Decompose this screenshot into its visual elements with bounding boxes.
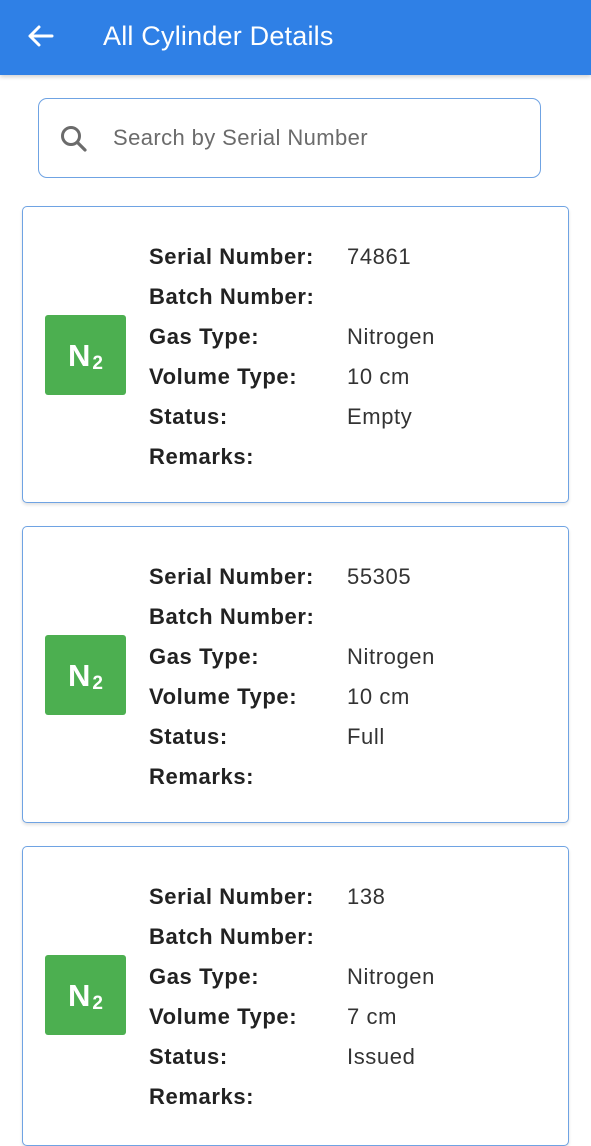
- status-value: Empty: [347, 404, 413, 429]
- serial-label: Serial Number:: [149, 564, 314, 589]
- cylinder-card[interactable]: N2 Serial Number: 55305 Batch Number: Gas…: [22, 526, 569, 823]
- batch-row: Batch Number:: [149, 597, 347, 637]
- back-button[interactable]: [22, 20, 58, 52]
- status-row: Status: Issued: [149, 1037, 415, 1077]
- status-label: Status:: [149, 724, 228, 749]
- gas-type-row: Gas Type: Nitrogen: [149, 957, 435, 997]
- nitrogen-gas-icon: N2: [45, 955, 126, 1035]
- remarks-label: Remarks:: [149, 1084, 255, 1109]
- volume-type-label: Volume Type:: [149, 364, 298, 389]
- remarks-row: Remarks:: [149, 437, 347, 477]
- gas-type-value: Nitrogen: [347, 644, 435, 669]
- nitrogen-gas-icon: N2: [45, 315, 126, 395]
- gas-subscript: 2: [92, 353, 103, 374]
- serial-value: 74861: [347, 244, 412, 269]
- status-value: Full: [347, 724, 385, 749]
- gas-type-value: Nitrogen: [347, 964, 435, 989]
- serial-row: Serial Number: 74861: [149, 237, 411, 277]
- batch-row: Batch Number:: [149, 917, 347, 957]
- volume-type-row: Volume Type: 10 cm: [149, 357, 410, 397]
- search-input[interactable]: [113, 117, 513, 159]
- remarks-label: Remarks:: [149, 444, 255, 469]
- remarks-label: Remarks:: [149, 764, 255, 789]
- app-bar: All Cylinder Details: [0, 0, 591, 75]
- gas-type-value: Nitrogen: [347, 324, 435, 349]
- serial-row: Serial Number: 138: [149, 877, 386, 917]
- serial-row: Serial Number: 55305: [149, 557, 411, 597]
- gas-type-row: Gas Type: Nitrogen: [149, 317, 435, 357]
- status-row: Status: Full: [149, 717, 385, 757]
- gas-symbol: N: [68, 657, 91, 693]
- status-label: Status:: [149, 404, 228, 429]
- page-title: All Cylinder Details: [103, 21, 334, 51]
- batch-label: Batch Number:: [149, 924, 315, 949]
- nitrogen-gas-icon: N2: [45, 635, 126, 715]
- serial-value: 138: [347, 884, 386, 909]
- volume-type-value: 10 cm: [347, 364, 410, 389]
- remarks-row: Remarks:: [149, 1077, 347, 1117]
- volume-type-label: Volume Type:: [149, 684, 298, 709]
- serial-label: Serial Number:: [149, 884, 314, 909]
- gas-type-label: Gas Type:: [149, 324, 260, 349]
- volume-type-value: 7 cm: [347, 1004, 398, 1029]
- serial-value: 55305: [347, 564, 412, 589]
- gas-subscript: 2: [92, 993, 103, 1014]
- batch-row: Batch Number:: [149, 277, 347, 317]
- cylinder-card[interactable]: N2 Serial Number: 74861 Batch Number: Gas…: [22, 206, 569, 503]
- remarks-row: Remarks:: [149, 757, 347, 797]
- serial-label: Serial Number:: [149, 244, 314, 269]
- volume-type-value: 10 cm: [347, 684, 410, 709]
- cylinder-card[interactable]: N2 Serial Number: 138 Batch Number: Gas T…: [22, 846, 569, 1146]
- status-value: Issued: [347, 1044, 416, 1069]
- gas-type-row: Gas Type: Nitrogen: [149, 637, 435, 677]
- volume-type-row: Volume Type: 7 cm: [149, 997, 397, 1037]
- gas-symbol: N: [68, 337, 91, 373]
- search-field[interactable]: [38, 98, 541, 178]
- status-row: Status: Empty: [149, 397, 412, 437]
- volume-type-row: Volume Type: 10 cm: [149, 677, 410, 717]
- search-icon: [61, 126, 87, 152]
- gas-type-label: Gas Type:: [149, 964, 260, 989]
- batch-label: Batch Number:: [149, 284, 315, 309]
- volume-type-label: Volume Type:: [149, 1004, 298, 1029]
- batch-label: Batch Number:: [149, 604, 315, 629]
- arrow-left-icon: [28, 25, 54, 47]
- gas-subscript: 2: [92, 673, 103, 694]
- gas-type-label: Gas Type:: [149, 644, 260, 669]
- gas-symbol: N: [68, 977, 91, 1013]
- status-label: Status:: [149, 1044, 228, 1069]
